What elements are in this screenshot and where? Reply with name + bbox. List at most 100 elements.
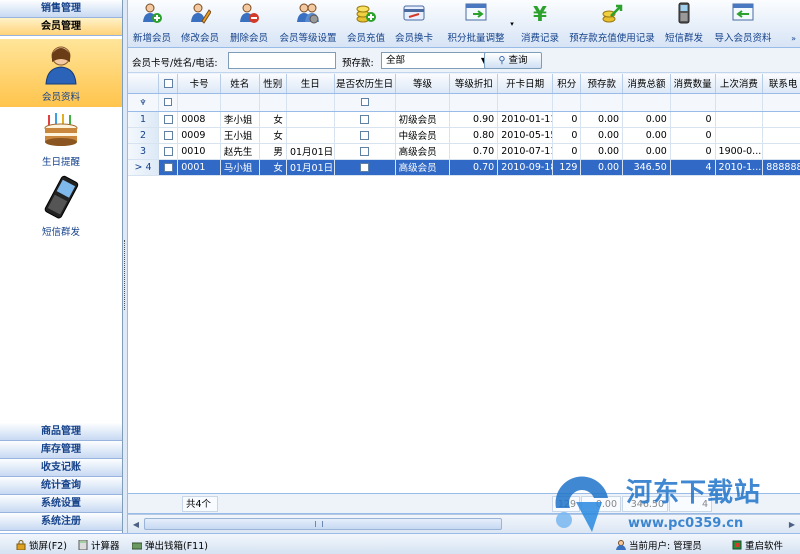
filter-cell[interactable] [259, 93, 287, 112]
nav-sales[interactable]: 销售管理 [0, 0, 122, 18]
checkbox[interactable] [164, 98, 173, 106]
cell-birthday: 01月01日 [286, 143, 335, 160]
cash-drawer-button[interactable]: 弹出钱箱(F11) [132, 538, 208, 552]
query-button-label: 查询 [508, 55, 528, 66]
checkbox[interactable] [360, 98, 369, 106]
nav-inventory[interactable]: 库存管理 [0, 441, 122, 459]
checkbox[interactable] [360, 162, 370, 172]
row-select-cell[interactable] [158, 143, 179, 160]
add-member-button[interactable]: 新增会员 [130, 2, 174, 46]
row-select-cell[interactable] [158, 127, 179, 144]
checkbox[interactable] [163, 162, 173, 172]
filter-cell[interactable] [220, 93, 260, 112]
deposit-select[interactable]: 全部 ▼ [381, 52, 490, 69]
cell-lunar[interactable] [334, 127, 396, 144]
change-card-button[interactable]: 会员换卡 [392, 2, 436, 46]
calculator-button[interactable]: 计算器 [78, 538, 120, 552]
query-button[interactable]: ⚲ 查询 [484, 52, 542, 69]
table-row[interactable]: 3 0010 赵先生 男 01月01日 高级会员 0.70 2010-07-11… [128, 143, 800, 160]
horizontal-scrollbar[interactable]: ◀ ▶ [128, 514, 800, 533]
scroll-thumb[interactable] [144, 518, 502, 530]
consumption-record-button[interactable]: ¥ 消费记录 [517, 2, 563, 46]
filter-cell[interactable] [395, 93, 451, 112]
lock-screen-button[interactable]: 锁屏(F2) [16, 538, 67, 552]
search-input[interactable] [228, 52, 336, 69]
sidebar-item-label: 生日提醒 [41, 157, 80, 168]
nav-accounting[interactable]: 收支记账 [0, 459, 122, 477]
column-header[interactable]: 生日 [286, 74, 335, 94]
filter-cell[interactable] [622, 93, 671, 112]
filter-cell[interactable] [497, 93, 554, 112]
deposit-select-value: 全部 [386, 55, 406, 66]
change-card-icon [403, 5, 425, 21]
column-header[interactable]: 预存款 [580, 74, 624, 94]
filter-cell[interactable] [449, 93, 499, 112]
cell-card: 0009 [177, 127, 221, 144]
column-header[interactable]: 等级折扣 [449, 74, 499, 94]
sidebar-member-panel: 会员资料 生日提醒 短信群发 [0, 37, 122, 423]
checkbox[interactable] [360, 114, 370, 124]
toolbar-overflow-button[interactable]: » [791, 34, 796, 43]
toolbar-label: 修改会员 [180, 33, 219, 44]
filter-checkbox-cell[interactable] [158, 93, 179, 112]
column-header[interactable]: 姓名 [220, 74, 260, 94]
column-header[interactable]: 上次消费 [715, 74, 764, 94]
sms-button[interactable]: 短信群发 [662, 2, 706, 46]
filter-cell[interactable] [715, 93, 764, 112]
filter-cell[interactable] [580, 93, 624, 112]
filter-cell[interactable] [552, 93, 582, 112]
column-header[interactable]: 性别 [259, 74, 287, 94]
member-level-button[interactable]: 会员等级设置 [276, 2, 340, 46]
nav-members[interactable]: 会员管理 [0, 18, 122, 36]
checkbox[interactable] [360, 146, 370, 156]
scroll-right-icon[interactable]: ▶ [785, 518, 799, 531]
column-header[interactable]: 消费数量 [670, 74, 716, 94]
checkbox[interactable] [163, 146, 173, 156]
filter-cell[interactable] [286, 93, 335, 112]
cell-lunar[interactable] [334, 111, 396, 128]
sidebar-item-birthday[interactable]: 生日提醒 [0, 111, 122, 173]
main-panel: 新增会员 修改会员 删除会员 会员等级设置 会员充值 会员换卡 积分批量调整 ▾… [128, 0, 800, 533]
column-header[interactable]: 卡号 [177, 74, 221, 94]
column-header[interactable]: 消费总额 [622, 74, 671, 94]
splitter-grip[interactable] [124, 240, 127, 310]
table-row[interactable]: 1 0008 李小姐 女 初级会员 0.90 2010-01-11 0 0.00… [128, 111, 800, 128]
import-button[interactable]: 导入会员资料 [712, 2, 774, 46]
table-row-selected[interactable]: > 4 0001 马小姐 女 01月01日 高级会员 0.70 2010-09-… [128, 159, 800, 176]
delete-member-button[interactable]: 删除会员 [227, 2, 271, 46]
filter-cell[interactable] [762, 93, 800, 112]
column-header[interactable]: 等级 [395, 74, 451, 94]
cell-lunar[interactable] [334, 159, 396, 176]
sidebar-item-sms[interactable]: 短信群发 [0, 175, 122, 241]
nav-products[interactable]: 商品管理 [0, 423, 122, 441]
row-select-cell[interactable] [158, 159, 179, 176]
filter-cell[interactable] [670, 93, 716, 112]
row-select-cell[interactable] [158, 111, 179, 128]
points-adjust-button[interactable]: 积分批量调整 [443, 2, 509, 46]
checkbox[interactable] [360, 130, 370, 140]
nav-settings[interactable]: 系统设置 [0, 495, 122, 513]
filter-cell[interactable] [177, 93, 221, 112]
column-header[interactable]: 是否农历生日 [334, 74, 396, 94]
edit-member-button[interactable]: 修改会员 [178, 2, 222, 46]
nav-register[interactable]: 系统注册 [0, 513, 122, 531]
filter-cell[interactable] [334, 93, 396, 112]
header-select-all[interactable] [158, 74, 179, 94]
deposit-record-button[interactable]: 预存款充值使用记录 [568, 2, 656, 46]
checkbox[interactable] [163, 130, 173, 140]
recharge-button[interactable]: 会员充值 [344, 2, 388, 46]
restart-button[interactable]: 重启软件 [732, 538, 783, 552]
checkbox[interactable] [163, 78, 173, 88]
scroll-grip-icon [315, 521, 323, 527]
scroll-left-icon[interactable]: ◀ [129, 518, 143, 531]
column-header[interactable]: 积分 [552, 74, 582, 94]
column-header[interactable]: 开卡日期 [497, 74, 554, 94]
table-row[interactable]: 2 0009 王小姐 女 中级会员 0.80 2010-05-15 0 0.00… [128, 127, 800, 144]
status-bar: 锁屏(F2) 计算器 弹出钱箱(F11) 当前用户: 管理员 重启软件 [0, 533, 800, 554]
column-header[interactable]: 联系电 [762, 74, 800, 94]
checkbox[interactable] [163, 114, 173, 124]
sidebar-item-member-profile[interactable]: 会员资料 [0, 39, 122, 107]
nav-statistics[interactable]: 统计查询 [0, 477, 122, 495]
toolbar-label: 预存款充值使用记录 [569, 33, 655, 44]
cell-lunar[interactable] [334, 143, 396, 160]
